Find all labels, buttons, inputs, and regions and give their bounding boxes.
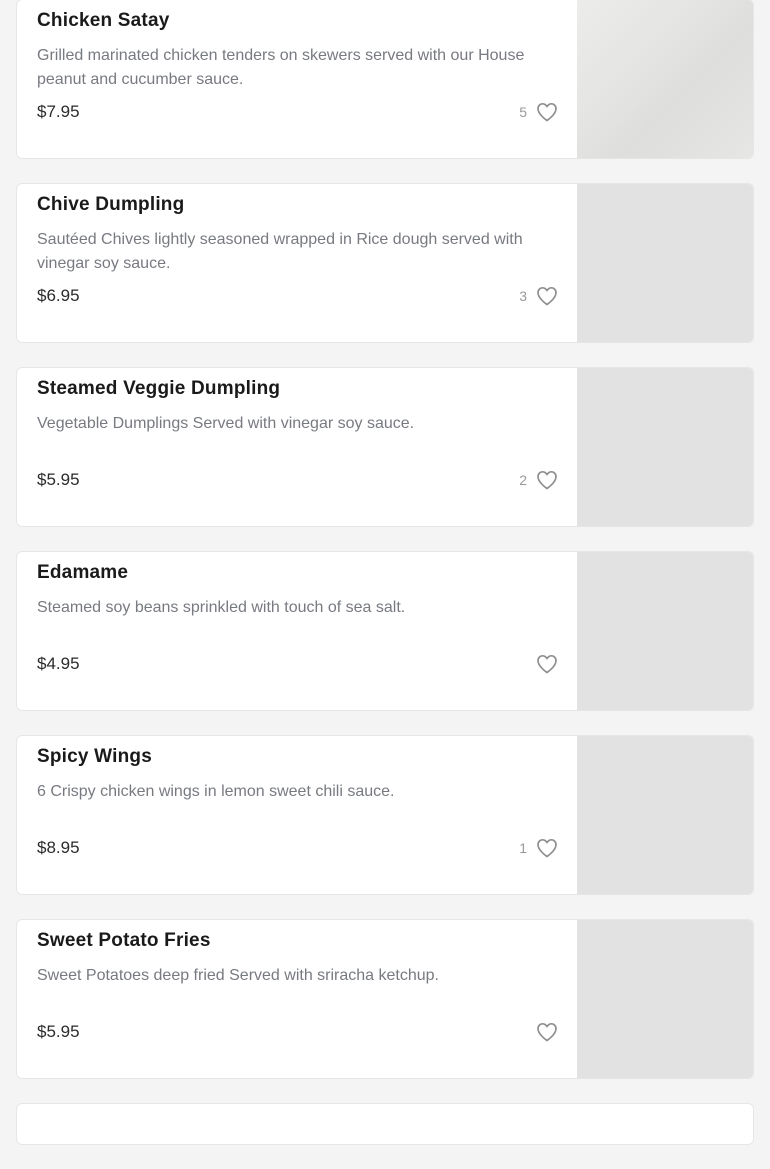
like-control: 5 <box>519 99 559 125</box>
menu-item-name: Edamame <box>37 562 129 583</box>
menu-item-name: Sweet Potato Fries <box>37 930 211 951</box>
menu-item-description: Sautéed Chives lightly seasoned wrapped … <box>37 231 523 272</box>
menu-item-list: Chicken Satay Grilled marinated chicken … <box>16 0 754 1169</box>
menu-item-card[interactable]: Sweet Potato Fries Sweet Potatoes deep f… <box>16 919 754 1079</box>
like-control: 2 <box>519 467 559 493</box>
heart-outline-icon[interactable] <box>535 1020 559 1044</box>
like-count: 1 <box>519 840 527 856</box>
menu-item-card[interactable]: Spicy Wings 6 Crispy chicken wings in le… <box>16 735 754 895</box>
menu-item-card[interactable]: Chicken Satay Grilled marinated chicken … <box>16 0 754 159</box>
menu-item-price: $6.95 <box>37 286 80 305</box>
menu-item-info: Chicken Satay Grilled marinated chicken … <box>37 0 559 158</box>
like-control: 3 <box>519 283 559 309</box>
menu-item-image-placeholder <box>577 736 753 894</box>
menu-item-name: Steamed Veggie Dumpling <box>37 378 281 399</box>
menu-item-name: Chive Dumpling <box>37 194 185 215</box>
menu-item-description: 6 Crispy chicken wings in lemon sweet ch… <box>37 783 395 800</box>
menu-item-price: $7.95 <box>37 102 80 121</box>
menu-item-image <box>577 0 753 158</box>
like-control <box>527 1019 559 1045</box>
menu-item-image-placeholder <box>577 184 753 342</box>
menu-item-price: $5.95 <box>37 470 80 489</box>
menu-item-info: Edamame Steamed soy beans sprinkled with… <box>37 552 559 710</box>
menu-item-name: Chicken Satay <box>37 10 170 31</box>
like-count: 5 <box>519 104 527 120</box>
menu-item-card-partial[interactable] <box>16 1103 754 1145</box>
like-control: 1 <box>519 835 559 861</box>
heart-outline-icon[interactable] <box>535 100 559 124</box>
menu-item-image-placeholder <box>577 368 753 526</box>
heart-outline-icon[interactable] <box>535 652 559 676</box>
heart-outline-icon[interactable] <box>535 284 559 308</box>
menu-item-description: Steamed soy beans sprinkled with touch o… <box>37 599 406 616</box>
like-count: 3 <box>519 288 527 304</box>
heart-outline-icon[interactable] <box>535 836 559 860</box>
menu-item-image-placeholder <box>577 920 753 1078</box>
menu-item-info: Chive Dumpling Sautéed Chives lightly se… <box>37 184 559 342</box>
menu-item-price: $4.95 <box>37 654 80 673</box>
menu-item-card[interactable]: Chive Dumpling Sautéed Chives lightly se… <box>16 183 754 343</box>
menu-item-price: $5.95 <box>37 1022 80 1041</box>
menu-item-description: Grilled marinated chicken tenders on ske… <box>37 47 525 88</box>
menu-item-card[interactable]: Edamame Steamed soy beans sprinkled with… <box>16 551 754 711</box>
menu-item-description: Sweet Potatoes deep fried Served with sr… <box>37 967 439 984</box>
menu-item-info: Sweet Potato Fries Sweet Potatoes deep f… <box>37 920 559 1078</box>
menu-item-name: Spicy Wings <box>37 746 152 767</box>
menu-item-description: Vegetable Dumplings Served with vinegar … <box>37 415 415 432</box>
like-count: 2 <box>519 472 527 488</box>
menu-item-price: $8.95 <box>37 838 80 857</box>
menu-item-info: Steamed Veggie Dumpling Vegetable Dumpli… <box>37 368 559 526</box>
like-control <box>527 651 559 677</box>
menu-item-info: Spicy Wings 6 Crispy chicken wings in le… <box>37 736 559 894</box>
menu-item-card[interactable]: Steamed Veggie Dumpling Vegetable Dumpli… <box>16 367 754 527</box>
menu-item-image-placeholder <box>577 552 753 710</box>
heart-outline-icon[interactable] <box>535 468 559 492</box>
